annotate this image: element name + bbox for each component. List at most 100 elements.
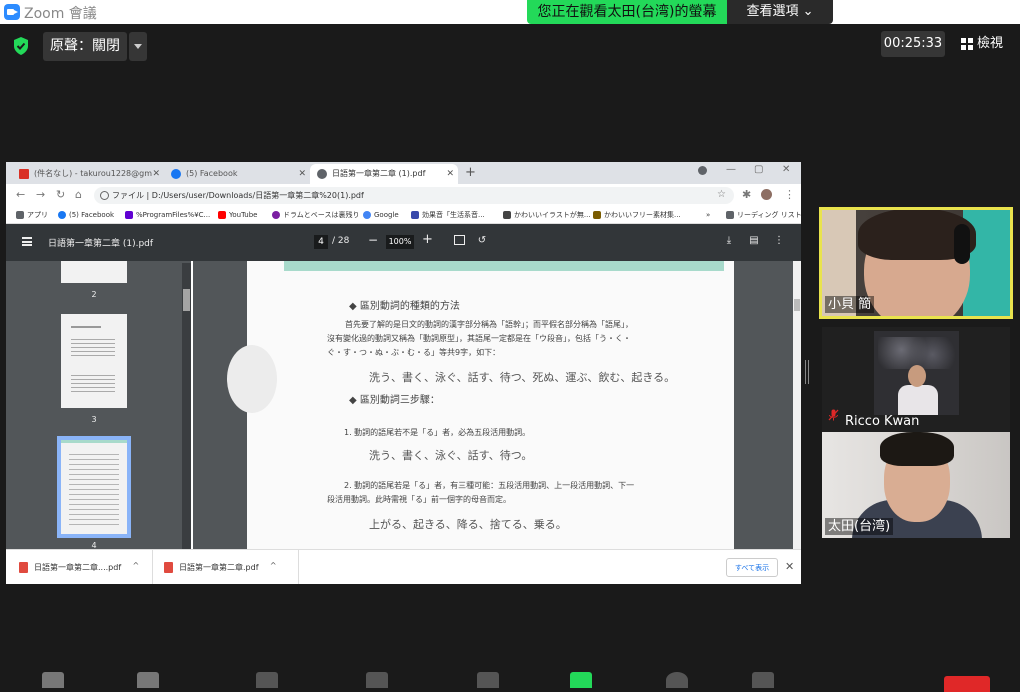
pdf-filename: 日語第一章第二章 (1).pdf — [48, 236, 153, 249]
window-close-icon[interactable]: ✕ — [782, 164, 790, 175]
tab-gmail[interactable]: (件名なし) - takurou1228@gm ✕ — [12, 164, 164, 184]
participant-video-1[interactable]: 小貝 簡 — [819, 207, 1013, 319]
thumbnail-page-2[interactable] — [61, 261, 127, 283]
download-item[interactable]: 日語第一章第二章....pdf^ — [19, 562, 121, 573]
address-input[interactable]: ファイル | D:/Users/user/Downloads/日語第一章第二章%… — [94, 187, 734, 204]
window-title-bar: Zoom 會議 — [0, 0, 1020, 24]
bookmark-facebook[interactable]: (5) Facebook — [58, 209, 114, 221]
bookmark-google[interactable]: Google — [363, 209, 399, 221]
bookmark-sound-effects[interactable]: 効果音「生活系音... — [411, 209, 485, 221]
bookmark-cute-illustrations[interactable]: かわいいイラストが無... — [503, 209, 591, 221]
forward-icon[interactable]: → — [36, 188, 45, 201]
leave-button[interactable] — [944, 676, 990, 692]
apps-icon — [16, 211, 24, 219]
zoom-in-icon[interactable]: + — [422, 232, 433, 247]
close-icon[interactable]: ✕ — [785, 560, 794, 573]
close-icon[interactable]: ✕ — [152, 164, 160, 184]
rotate-icon[interactable]: ↺ — [476, 235, 488, 247]
star-icon[interactable]: ☆ — [717, 189, 726, 200]
thumbnail-page-3[interactable] — [61, 314, 127, 408]
home-icon[interactable]: ⌂ — [75, 188, 82, 201]
muted-mic-icon — [828, 409, 839, 421]
address-bar-row: ← → ↻ ⌂ ファイル | D:/Users/user/Downloads/日… — [6, 184, 801, 206]
zoom-logo-icon — [4, 4, 20, 20]
bookmark-apps[interactable]: アプリ — [16, 209, 48, 221]
participants-icon[interactable] — [366, 672, 388, 688]
tab-pdf[interactable]: 日語第一章第二章 (1).pdf ✕ — [310, 164, 458, 184]
download-icon[interactable]: ⤓ — [723, 235, 735, 247]
window-title: Zoom 會議 — [24, 3, 97, 23]
zoom-out-icon[interactable]: − — [368, 233, 378, 247]
view-options-button[interactable]: 查看選項 ⌄ — [727, 0, 833, 24]
sidebar-scrollbar[interactable] — [182, 263, 191, 549]
reactions-icon[interactable] — [752, 672, 774, 688]
pdf-page: ◆ 區別動詞的種類的方法 首先要了解的是日文的動詞的漢字部分稱為「語幹」；而平假… — [247, 261, 734, 549]
back-icon[interactable]: ← — [16, 188, 25, 201]
bookmark-youtube[interactable]: YouTube — [218, 209, 257, 221]
extensions-icon[interactable]: ✱ — [742, 188, 751, 201]
pdf-text-line: ぐ・す・つ・ぬ・ぶ・む・る」等共9字，如下： — [327, 346, 500, 359]
participant-video-3[interactable]: 太田(台湾) — [822, 432, 1010, 538]
profile-icon[interactable] — [698, 166, 707, 175]
pdf-text-line: 沒有變化過的動詞又稱為「動詞原型」，其語尾一定都是在「ウ段音」，包括「う・く・ — [327, 332, 631, 345]
share-screen-icon[interactable] — [570, 672, 592, 688]
more-menu-icon[interactable]: ⋮ — [784, 188, 795, 201]
minimize-icon[interactable]: — — [726, 164, 736, 175]
fit-page-icon[interactable] — [454, 235, 465, 245]
yahoo-icon — [125, 211, 133, 219]
thumbnail-number: 3 — [61, 415, 127, 424]
download-item[interactable]: 日語第一章第二章.pdf^ — [164, 562, 259, 573]
more-menu-icon[interactable]: ⋮ — [773, 235, 785, 247]
bookmark-icon — [411, 211, 419, 219]
participant-video-2[interactable]: Ricco Kwan — [822, 327, 1010, 433]
pdf-text-line: 首先要了解的是日文的動詞的漢字部分稱為「語幹」；而平假名部分稱為「語尾」， — [345, 318, 633, 331]
thumbnail-page-4[interactable] — [57, 436, 131, 538]
pdf-text-line: 1. 動詞的語尾若不是「る」者，必為五段活用動詞。 — [344, 426, 530, 439]
menu-icon[interactable] — [22, 237, 32, 246]
download-bar: 日語第一章第二章....pdf^ 日語第一章第二章.pdf^ すべて表示 ✕ — [6, 549, 801, 584]
participant-name: 小貝 簡 — [825, 296, 874, 313]
reload-icon[interactable]: ↻ — [56, 188, 65, 201]
panel-resize-handle[interactable] — [805, 360, 809, 384]
browser-tab-bar: (件名なし) - takurou1228@gm ✕ (5) Facebook ✕… — [6, 162, 801, 184]
pdf-file-icon — [19, 562, 28, 573]
new-tab-button[interactable]: + — [465, 165, 476, 180]
viewing-screen-banner: 您正在觀看太田(台湾)的螢幕 — [527, 0, 727, 24]
meeting-timer: 00:25:33 — [881, 31, 945, 57]
maximize-icon[interactable]: ▢ — [754, 164, 763, 175]
chat-icon[interactable] — [477, 672, 499, 688]
show-all-downloads-button[interactable]: すべて表示 — [726, 558, 778, 577]
chevron-down-icon[interactable] — [129, 32, 147, 61]
print-icon[interactable]: ▤ — [748, 235, 760, 247]
page-number-input[interactable]: 4 — [314, 235, 328, 249]
security-icon[interactable] — [256, 672, 278, 688]
info-icon — [100, 191, 109, 200]
gmail-icon — [19, 169, 29, 179]
view-button[interactable]: 檢視 — [953, 31, 1013, 57]
chevron-up-icon[interactable]: ^ — [270, 561, 277, 570]
record-icon[interactable] — [666, 672, 688, 688]
address-text: ファイル | D:/Users/user/Downloads/日語第一章第二章%… — [112, 191, 364, 200]
avatar[interactable] — [761, 189, 772, 200]
tab-label: (5) Facebook — [186, 169, 237, 178]
bookmark-programfiles[interactable]: %ProgramFiles%¥C... — [125, 209, 210, 221]
tab-facebook[interactable]: (5) Facebook ✕ — [164, 164, 310, 184]
bookmarks-more[interactable]: » — [706, 209, 710, 221]
view-button-label: 檢視 — [977, 31, 1003, 57]
bookmark-drum[interactable]: ドラムとベースは裏残り — [272, 209, 359, 221]
chevron-up-icon[interactable]: ^ — [132, 561, 139, 570]
reading-list[interactable]: リーディング リスト — [726, 209, 801, 221]
bookmark-icon — [593, 211, 601, 219]
pdf-text-line: 2. 動詞的語尾若是「る」者，有三種可能：五段活用動詞、上一段活用動詞、下一 — [344, 479, 634, 492]
viewer-scrollbar[interactable] — [793, 261, 801, 549]
pdf-file-icon — [164, 562, 173, 573]
zoom-level-input[interactable]: 100% — [386, 235, 414, 249]
bookmark-free-materials[interactable]: かわいいフリー素材集... — [593, 209, 681, 221]
close-icon[interactable]: ✕ — [446, 164, 454, 184]
original-sound-button[interactable]: 原聲：關閉 — [43, 32, 127, 61]
tab-label: (件名なし) - takurou1228@gm — [34, 169, 152, 178]
close-icon[interactable]: ✕ — [298, 164, 306, 184]
shield-icon[interactable] — [12, 36, 30, 56]
mute-icon[interactable] — [42, 672, 64, 688]
stop-video-icon[interactable] — [137, 672, 159, 688]
